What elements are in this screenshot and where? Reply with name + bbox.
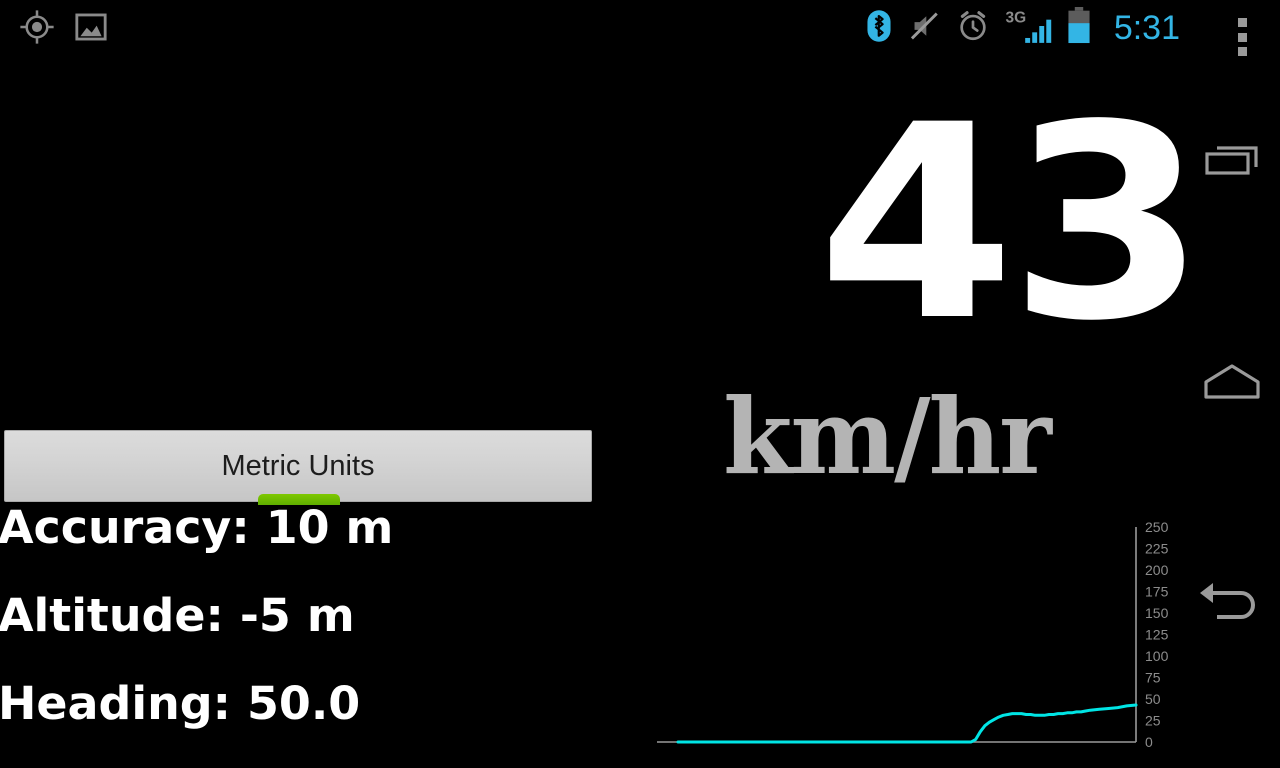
status-bar-left-icons <box>18 8 108 51</box>
chart-y-tick-label: 25 <box>1145 713 1161 729</box>
overflow-dot <box>1237 32 1247 42</box>
status-bar-right-icons: 3G 5:31 <box>864 6 1180 50</box>
chart-speed-line <box>676 703 1138 744</box>
gps-location-icon <box>18 8 56 51</box>
chart-y-tick-label: 50 <box>1145 691 1161 707</box>
screenshot-image-icon <box>74 10 108 49</box>
svg-text:3G: 3G <box>1005 9 1026 26</box>
metric-units-toggle-label: Metric Units <box>221 449 375 482</box>
overflow-dot <box>1237 47 1247 56</box>
accuracy-readout: Accuracy: 10 m <box>0 501 394 554</box>
chart-y-tick-label: 250 <box>1145 519 1169 535</box>
metric-units-toggle-button[interactable]: Metric Units <box>4 430 592 502</box>
chart-y-tick-label: 200 <box>1145 562 1169 578</box>
status-bar: 3G 5:31 <box>0 0 1280 60</box>
ringer-muted-icon <box>908 10 942 47</box>
chart-y-tick-labels: 2502252001751501251007550250 <box>1145 519 1169 750</box>
alarm-clock-icon <box>956 9 990 48</box>
altitude-readout: Altitude: -5 m <box>0 589 355 642</box>
chart-y-tick-label: 0 <box>1145 734 1153 750</box>
chart-y-tick-label: 75 <box>1145 670 1161 686</box>
mobile-network-3g-icon: 3G <box>1004 7 1052 50</box>
chart-y-tick-label: 175 <box>1145 584 1169 600</box>
status-bar-clock: 5:31 <box>1113 9 1180 47</box>
speed-history-chart: 250 225 200 175 150 125 100 75 50 25 0 <box>650 515 1210 768</box>
overflow-dot <box>1237 18 1247 27</box>
bluetooth-icon <box>864 9 894 48</box>
chart-y-tick-label: 225 <box>1145 541 1169 557</box>
chart-y-tick-label: 125 <box>1145 627 1169 643</box>
overflow-menu-button[interactable] <box>1232 18 1252 56</box>
speed-units-label: km/hr <box>723 375 1052 498</box>
battery-icon <box>1066 6 1092 50</box>
chart-y-tick-label: 100 <box>1145 648 1169 664</box>
recent-apps-icon <box>1201 135 1263 186</box>
speed-history-chart-svg: 2502252001751501251007550250 <box>657 519 1169 750</box>
home-icon <box>1200 356 1264 409</box>
chart-y-tick-label: 150 <box>1145 605 1169 621</box>
speed-value: 43 <box>817 68 1206 380</box>
heading-readout: Heading: 50.0 <box>0 677 361 730</box>
